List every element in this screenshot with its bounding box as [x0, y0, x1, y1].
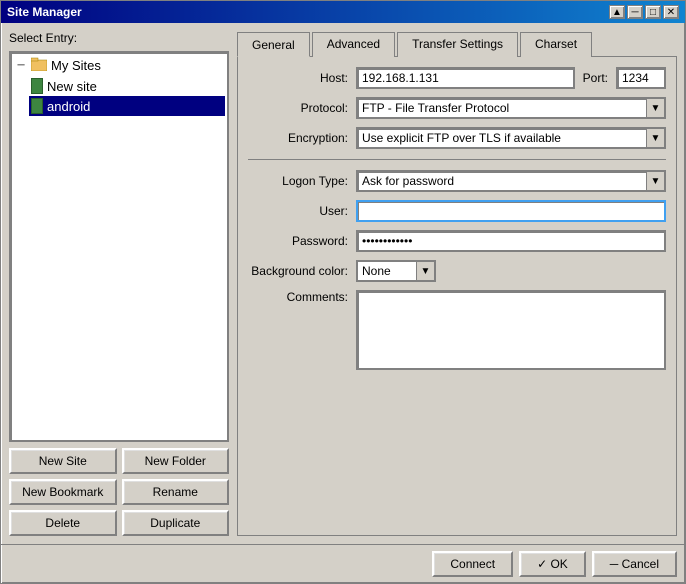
- tab-general[interactable]: General: [237, 32, 310, 57]
- bg-color-label: Background color:: [248, 264, 348, 278]
- title-controls: ▲ ─ □ ✕: [609, 5, 679, 19]
- password-label: Password:: [248, 234, 348, 248]
- select-entry-label: Select Entry:: [9, 31, 229, 45]
- host-input[interactable]: [356, 67, 575, 89]
- encryption-label: Encryption:: [248, 131, 348, 145]
- close-button[interactable]: ✕: [663, 5, 679, 19]
- window-title: Site Manager: [7, 5, 82, 19]
- comments-row: Comments:: [248, 290, 666, 370]
- bg-color-select[interactable]: None Red Green Blue: [356, 260, 436, 282]
- right-panel: General Advanced Transfer Settings Chars…: [237, 31, 677, 536]
- host-label: Host:: [248, 71, 348, 85]
- tree-children: New site android: [13, 76, 225, 116]
- password-input[interactable]: [356, 230, 666, 252]
- duplicate-button[interactable]: Duplicate: [122, 510, 230, 536]
- new-bookmark-button[interactable]: New Bookmark: [9, 479, 117, 505]
- tab-bar: General Advanced Transfer Settings Chars…: [237, 31, 677, 56]
- user-label: User:: [248, 204, 348, 218]
- logon-type-select[interactable]: Ask for password Normal Anonymous Intera…: [356, 170, 666, 192]
- ok-button[interactable]: ✓ OK: [519, 551, 586, 577]
- tree-root-item[interactable]: ─ My Sites: [13, 55, 225, 76]
- protocol-label: Protocol:: [248, 101, 348, 115]
- new-site-button[interactable]: New Site: [9, 448, 117, 474]
- left-panel: Select Entry: ─ My Sites New sit: [9, 31, 229, 536]
- tree-item-newsite[interactable]: New site: [29, 76, 225, 96]
- encryption-select-wrapper: Use explicit FTP over TLS if available O…: [356, 127, 666, 149]
- port-input[interactable]: [616, 67, 666, 89]
- bg-color-select-wrapper: None Red Green Blue ▼: [356, 260, 436, 282]
- user-row: User:: [248, 200, 666, 222]
- bottom-bar: Connect ✓ OK ─ Cancel: [1, 544, 685, 583]
- minimize-button[interactable]: ─: [627, 5, 643, 19]
- logon-type-label: Logon Type:: [248, 174, 348, 188]
- encryption-row: Encryption: Use explicit FTP over TLS if…: [248, 127, 666, 149]
- connect-button[interactable]: Connect: [432, 551, 513, 577]
- title-bar: Site Manager ▲ ─ □ ✕: [1, 1, 685, 23]
- port-label: Port:: [583, 71, 608, 85]
- root-label: My Sites: [51, 58, 101, 73]
- tree-expand-icon[interactable]: ─: [15, 60, 27, 72]
- host-port-container: Port:: [356, 67, 666, 89]
- window-content: Select Entry: ─ My Sites New sit: [1, 23, 685, 544]
- logon-type-select-wrapper: Ask for password Normal Anonymous Intera…: [356, 170, 666, 192]
- password-row: Password:: [248, 230, 666, 252]
- titlebar-arrow[interactable]: ▲: [609, 5, 625, 19]
- cancel-button[interactable]: ─ Cancel: [592, 551, 677, 577]
- maximize-button[interactable]: □: [645, 5, 661, 19]
- tab-advanced[interactable]: Advanced: [312, 32, 395, 57]
- left-buttons: New Site New Folder New Bookmark Rename …: [9, 448, 229, 536]
- encryption-select[interactable]: Use explicit FTP over TLS if available O…: [356, 127, 666, 149]
- site-icon-newsite: [31, 78, 43, 94]
- bg-color-row: Background color: None Red Green Blue ▼: [248, 260, 666, 282]
- tab-transfer-settings[interactable]: Transfer Settings: [397, 32, 518, 57]
- folder-icon: [31, 57, 47, 74]
- tab-charset[interactable]: Charset: [520, 32, 592, 57]
- android-label: android: [47, 99, 90, 114]
- protocol-select-wrapper: FTP - File Transfer Protocol SFTP - SSH …: [356, 97, 666, 119]
- divider-1: [248, 159, 666, 160]
- protocol-select[interactable]: FTP - File Transfer Protocol SFTP - SSH …: [356, 97, 666, 119]
- tab-content-general: Host: Port: Protocol: FTP - File Transfe…: [237, 56, 677, 536]
- tree-item-android[interactable]: android: [29, 96, 225, 116]
- new-folder-button[interactable]: New Folder: [122, 448, 230, 474]
- delete-button[interactable]: Delete: [9, 510, 117, 536]
- rename-button[interactable]: Rename: [122, 479, 230, 505]
- newsite-label: New site: [47, 79, 97, 94]
- logon-type-row: Logon Type: Ask for password Normal Anon…: [248, 170, 666, 192]
- site-tree[interactable]: ─ My Sites New site: [9, 51, 229, 442]
- user-input[interactable]: [356, 200, 666, 222]
- comments-label: Comments:: [248, 290, 348, 304]
- site-manager-window: Site Manager ▲ ─ □ ✕ Select Entry: ─: [0, 0, 686, 584]
- comments-textarea[interactable]: [356, 290, 666, 370]
- site-icon-android: [31, 98, 43, 114]
- host-row: Host: Port:: [248, 67, 666, 89]
- protocol-row: Protocol: FTP - File Transfer Protocol S…: [248, 97, 666, 119]
